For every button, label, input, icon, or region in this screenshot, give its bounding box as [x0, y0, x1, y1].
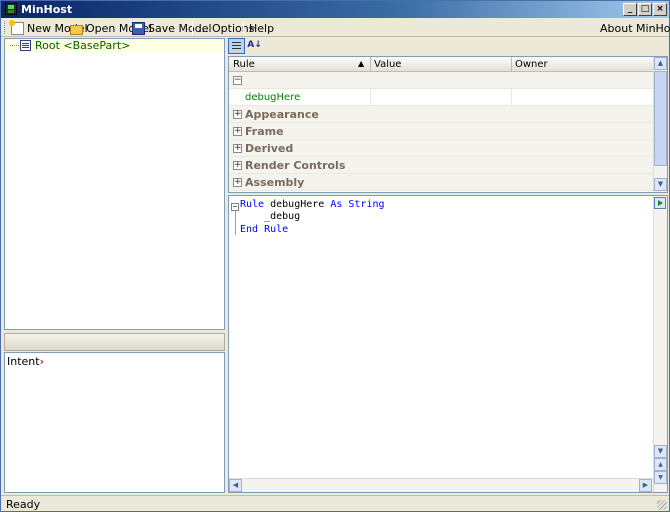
grid-category-derived[interactable]: + Derived — [229, 140, 653, 157]
code-editor[interactable]: − Rule debugHere As String _debug End Ru… — [228, 195, 668, 493]
fold-guide — [235, 211, 236, 235]
editor-horizontal-scrollbar[interactable]: ◀ ▶ — [229, 478, 653, 492]
intent-panel[interactable]: Intent› — [4, 352, 225, 493]
expand-icon[interactable]: + — [233, 144, 242, 153]
property-grid-toolbar: A↓ — [228, 38, 668, 55]
status-text: Ready — [6, 498, 41, 511]
prompt-arrow-icon: › — [39, 355, 45, 368]
scroll-thumb[interactable] — [654, 71, 667, 166]
grid-category-row[interactable]: − — [229, 72, 653, 89]
column-divider[interactable] — [511, 57, 512, 72]
maximize-button[interactable]: □ — [638, 3, 652, 16]
scroll-down-icon[interactable]: ▼ — [654, 445, 667, 458]
category-label: Derived — [245, 142, 294, 155]
categorized-view-icon[interactable] — [228, 38, 245, 54]
close-button[interactable]: × — [653, 3, 667, 16]
resize-grip-icon[interactable] — [657, 500, 667, 510]
folder-open-icon — [70, 24, 83, 35]
category-label: Assembly — [245, 176, 305, 189]
options-menu[interactable]: ... Options — [198, 21, 254, 35]
tree-node-root[interactable]: Root <BasePart> — [5, 39, 224, 52]
property-grid: Rule ▲ Value Owner − debugHere + Appeara… — [228, 56, 668, 193]
code-line-3: End Rule — [240, 224, 289, 235]
help-menu[interactable]: Help — [249, 21, 274, 35]
alphabetical-sort-icon[interactable]: A↓ — [246, 38, 263, 54]
app-icon — [5, 3, 17, 15]
code-line-1: Rule debugHere As String — [240, 199, 385, 212]
toolbar-separator — [192, 21, 193, 35]
status-bar: Ready — [1, 495, 669, 511]
editor-vertical-scrollbar[interactable]: ▼ ▲ ▼ — [653, 196, 667, 492]
scroll-page-up-icon[interactable]: ▲ — [654, 458, 667, 471]
expand-icon[interactable]: + — [233, 127, 242, 136]
keyword-as-string: As String — [330, 199, 385, 210]
minimize-button[interactable]: _ — [623, 3, 637, 16]
intent-label: Intent — [7, 355, 40, 368]
part-icon — [20, 40, 31, 51]
save-disk-icon — [132, 21, 145, 35]
grid-category-render-controls[interactable]: + Render Controls — [229, 157, 653, 174]
grid-category-assembly[interactable]: + Assembly — [229, 174, 653, 191]
title-bar[interactable]: MinHost _ □ × — [1, 1, 669, 18]
tree-node-label: Root <BasePart> — [35, 39, 131, 52]
grid-header: Rule ▲ Value Owner — [229, 57, 653, 72]
scroll-left-icon[interactable]: ◀ — [229, 479, 242, 492]
category-label: Frame — [245, 125, 284, 138]
rule-value-cell[interactable] — [370, 89, 511, 106]
run-icon[interactable] — [654, 197, 666, 209]
category-label: Render Controls — [245, 159, 346, 172]
main-window: MinHost _ □ × New Model Open Model Save … — [0, 0, 670, 512]
toolbar-grip[interactable] — [4, 21, 7, 34]
scroll-down-icon[interactable]: ▼ — [654, 178, 667, 191]
column-header-value[interactable]: Value — [374, 59, 401, 70]
scroll-up-icon[interactable]: ▲ — [654, 57, 667, 70]
grid-category-frame[interactable]: + Frame — [229, 123, 653, 140]
code-line-2: _debug — [240, 211, 301, 222]
new-document-icon — [9, 19, 24, 35]
expand-icon[interactable]: + — [233, 110, 242, 119]
menu-bar: New Model Open Model Save Model ... Opti… — [1, 18, 670, 37]
grid-rule-row[interactable]: debugHere — [229, 89, 653, 106]
model-tree-panel: Root <BasePart> — [4, 38, 225, 330]
rule-identifier: debugHere — [264, 199, 331, 210]
rule-owner-cell[interactable] — [511, 89, 653, 106]
category-label: Appearance — [245, 108, 319, 121]
grid-vertical-scrollbar[interactable]: ▲ ▼ — [653, 57, 667, 192]
fold-collapse-icon[interactable]: − — [231, 203, 239, 211]
expand-icon[interactable]: + — [233, 161, 242, 170]
collapse-icon[interactable]: − — [233, 76, 242, 85]
toolbar-separator — [243, 21, 244, 35]
scroll-page-down-icon[interactable]: ▼ — [654, 471, 667, 484]
sort-up-icon: ▲ — [358, 59, 365, 68]
column-divider[interactable] — [370, 57, 371, 72]
column-header-owner[interactable]: Owner — [515, 59, 548, 70]
panel-splitter[interactable] — [4, 333, 225, 351]
column-header-rule[interactable]: Rule — [233, 59, 255, 70]
expand-icon[interactable]: + — [233, 178, 242, 187]
scroll-right-icon[interactable]: ▶ — [639, 479, 652, 492]
keyword-rule: Rule — [240, 199, 265, 210]
grid-category-appearance[interactable]: + Appearance — [229, 106, 653, 123]
rule-name: debugHere — [245, 92, 301, 103]
intent-prompt: Intent› — [7, 355, 44, 368]
tree-connector — [10, 45, 19, 46]
about-menu[interactable]: About MinHost... — [600, 21, 670, 35]
window-title: MinHost — [21, 3, 73, 16]
